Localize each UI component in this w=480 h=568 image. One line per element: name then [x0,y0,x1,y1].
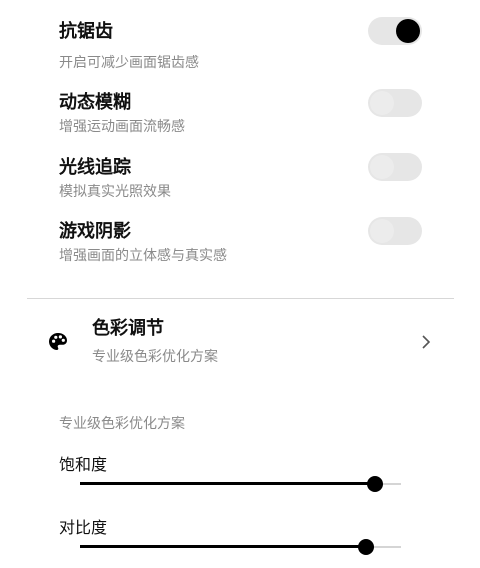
color-adjust-subtitle: 专业级色彩优化方案 [92,349,218,365]
setting-subtitle: 模拟真实光照效果 [59,184,171,200]
toggle-knob [370,91,394,115]
setting-subtitle: 开启可减少画面锯齿感 [59,55,199,71]
slider-thumb[interactable] [367,476,383,492]
setting-title: 动态模糊 [59,92,131,113]
setting-subtitle: 增强运动画面流畅感 [59,119,185,135]
toggle-knob [396,19,420,43]
setting-title: 游戏阴影 [59,221,131,242]
setting-title: 抗锯齿 [59,21,113,42]
slider-thumb[interactable] [358,539,374,555]
section-divider [27,298,454,299]
slider-fill [80,545,366,548]
game-shadow-toggle[interactable] [368,217,422,245]
ray-tracing-toggle[interactable] [368,153,422,181]
motion-blur-toggle[interactable] [368,89,422,117]
contrast-label: 对比度 [59,518,108,537]
toggle-knob [370,155,394,179]
color-adjust-item[interactable] [27,305,454,385]
slider-fill [80,482,375,485]
color-adjust-title: 色彩调节 [92,318,164,339]
toggle-knob [370,219,394,243]
palette-icon [49,333,67,351]
chevron-right-icon [422,335,431,349]
setting-subtitle: 增强画面的立体感与真实感 [59,248,227,264]
setting-title: 光线追踪 [59,157,131,178]
saturation-slider[interactable] [80,474,401,494]
anti-aliasing-toggle[interactable] [368,17,422,45]
contrast-slider[interactable] [80,537,401,557]
saturation-label: 饱和度 [59,455,108,474]
section-label: 专业级色彩优化方案 [59,416,185,432]
